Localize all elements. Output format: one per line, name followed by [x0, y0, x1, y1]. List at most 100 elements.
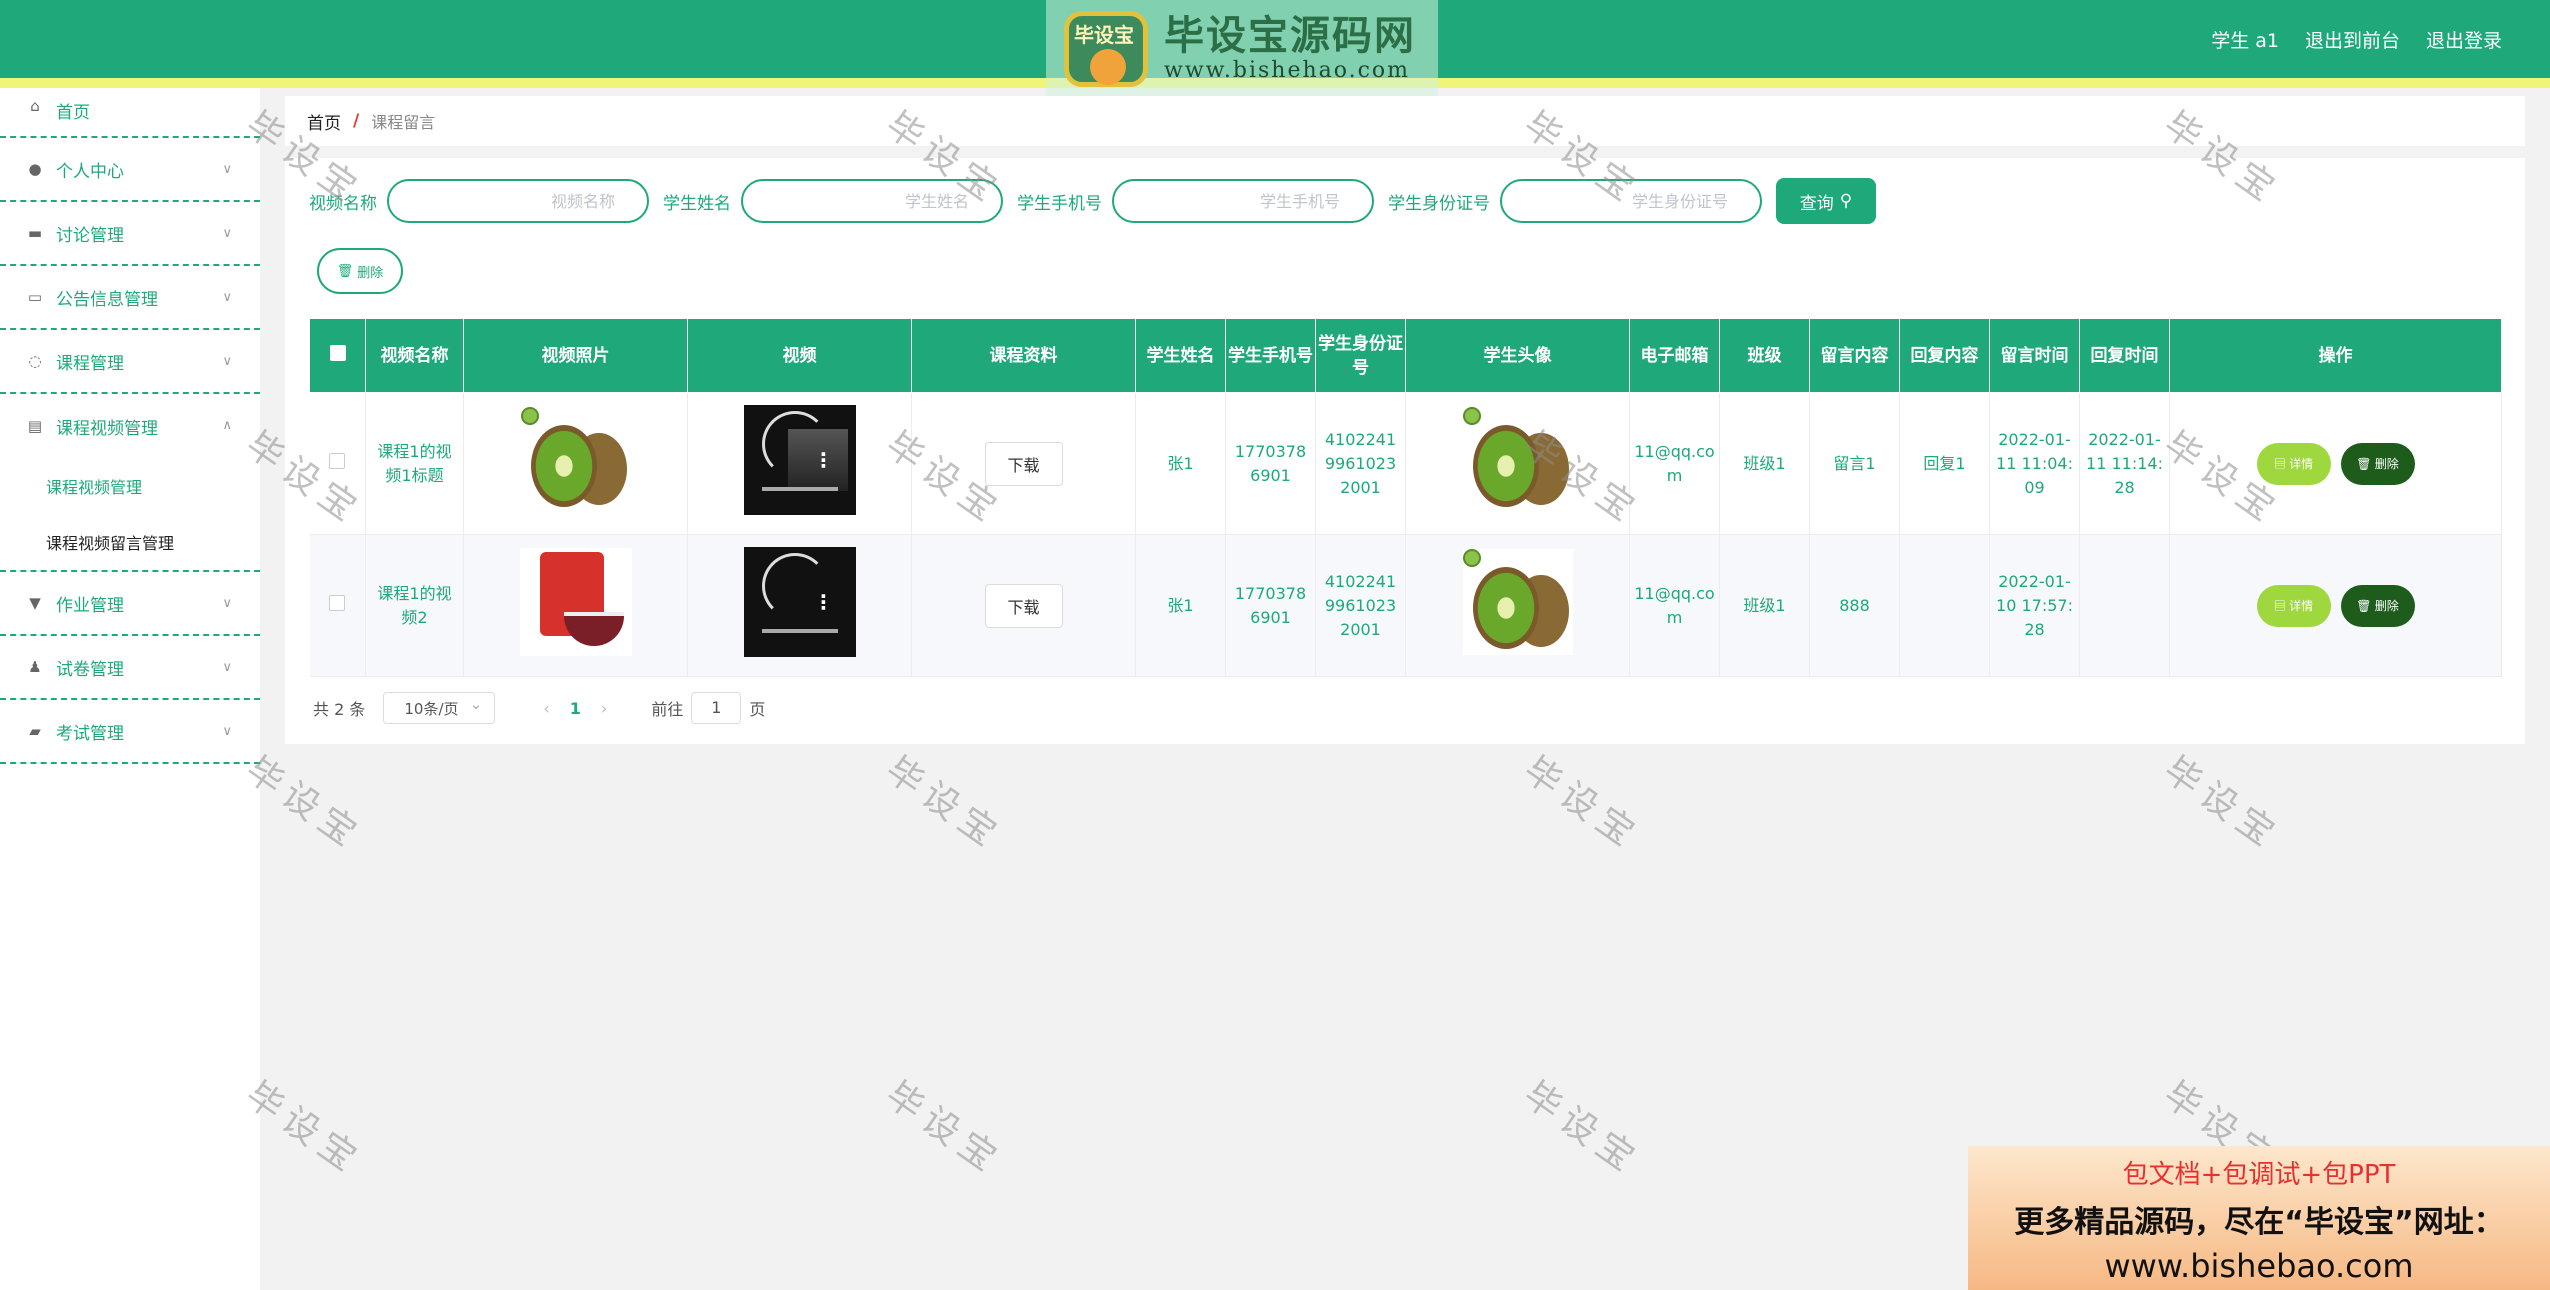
column-header: 课程资料 [911, 318, 1136, 393]
video-cell: ⋮ [687, 392, 912, 535]
sidebar-item-course-video[interactable]: ▤ 课程视频管理 ∧ [0, 394, 260, 458]
detail-button[interactable]: ▤ 详情 [2256, 442, 2331, 485]
email-cell: 11@qq.com [1629, 392, 1720, 535]
chevron-down-icon: ∨ [222, 162, 232, 177]
power-icon: ◌ [28, 352, 42, 370]
next-page-button[interactable]: › [601, 699, 607, 718]
back-to-front-link[interactable]: 退出到前台 [2305, 26, 2400, 53]
logout-link[interactable]: 退出登录 [2426, 26, 2502, 53]
video-player[interactable]: ⋮ [743, 547, 856, 657]
chevron-down-icon: ∨ [222, 660, 232, 675]
download-button[interactable]: 下载 [984, 441, 1063, 486]
query-button-label: 查询 [1799, 193, 1834, 213]
page-number[interactable]: 1 [570, 699, 581, 718]
sidebar-item-label: 讨论管理 [56, 225, 124, 246]
student-phone-label: 学生手机号 [1017, 193, 1102, 214]
sidebar-item-label: 公告信息管理 [56, 289, 158, 310]
column-header: 班级 [1719, 318, 1810, 393]
select-all-checkbox[interactable] [329, 344, 346, 361]
video-player[interactable]: ⋮ [743, 405, 856, 515]
delete-button[interactable]: 🗑 删除 [2340, 442, 2415, 485]
avatar[interactable] [1462, 549, 1573, 655]
promo-banner[interactable]: 包文档+包调试+包PPT 更多精品源码，尽在“毕设宝”网址： www.bishe… [1968, 1146, 2550, 1290]
briefcase-icon: ▬ [27, 224, 43, 242]
detail-button[interactable]: ▤ 详情 [2256, 584, 2331, 627]
watermark: 毕设宝 [1516, 1074, 1648, 1184]
phone-cell: 17703786901 [1225, 534, 1316, 677]
video-name-cell: 课程1的视频1标题 [365, 392, 464, 535]
sidebar-item-course[interactable]: ◌ 课程管理 ∨ [0, 330, 260, 394]
row-checkbox[interactable] [329, 594, 346, 611]
sidebar-item-paper[interactable]: ♟ 试卷管理 ∨ [0, 636, 260, 700]
sidebar-item-homework[interactable]: ▼ 作业管理 ∨ [0, 572, 260, 636]
chevron-down-icon: ∨ [222, 724, 232, 739]
chevron-down-icon: ∨ [222, 354, 232, 369]
logo-url: www.bishehao.com [1164, 57, 1411, 83]
column-header: 操作 [2169, 318, 2502, 393]
pagination: 共 2 条 10条/页 ‹ 1 › 前往 1 页 [313, 692, 765, 724]
actions-cell: ▤ 详情 🗑 删除 [2169, 534, 2502, 677]
student-idcard-label: 学生身份证号 [1388, 193, 1490, 214]
student-phone-input[interactable] [1112, 179, 1374, 223]
video-name-input[interactable] [387, 179, 649, 223]
promo-line-3: www.bishebao.com [2104, 1247, 2414, 1285]
class-cell: 班级1 [1719, 392, 1810, 535]
column-header: 学生手机号 [1225, 318, 1316, 393]
sidebar-subitem-video-comment[interactable]: 课程视频留言管理 [0, 514, 260, 570]
breadcrumb-home[interactable]: 首页 [307, 109, 341, 134]
ticket-icon: ▰ [29, 722, 41, 740]
download-button[interactable]: 下载 [984, 583, 1063, 628]
select-all-header[interactable] [309, 318, 366, 393]
trash-icon: 🗑 [336, 263, 354, 278]
logo-badge-icon: 毕设宝 [1056, 3, 1156, 93]
reply-cell: 回复1 [1899, 392, 1990, 535]
query-button[interactable]: 查询 ⚲ [1776, 178, 1876, 224]
goto-page-input[interactable]: 1 [691, 692, 742, 724]
watermark: 毕设宝 [1516, 749, 1648, 859]
table-row: 课程1的视频2 ⋮ 下载 张1 17703786901 410224199610… [309, 534, 2502, 677]
sidebar-item-label: 课程视频管理 [56, 418, 158, 439]
video-cell: ⋮ [687, 534, 912, 677]
card-icon: ▭ [27, 288, 43, 306]
page-size-select[interactable]: 10条/页 [383, 692, 496, 724]
class-cell: 班级1 [1719, 534, 1810, 677]
person-icon: ♟ [28, 658, 42, 676]
student-idcard-input[interactable] [1500, 179, 1762, 223]
prev-page-button[interactable]: ‹ [543, 699, 549, 718]
clipboard-icon: ▤ [27, 417, 43, 435]
sidebar-item-discussion[interactable]: ▬ 讨论管理 ∨ [0, 202, 260, 266]
sidebar-item-notice[interactable]: ▭ 公告信息管理 ∨ [0, 266, 260, 330]
breadcrumb-separator: / [353, 111, 360, 131]
sidebar-item-label: 课程管理 [56, 353, 124, 374]
promo-line-2: 更多精品源码，尽在“毕设宝”网址： [2014, 1205, 2504, 1240]
column-header: 回复内容 [1899, 318, 1990, 393]
column-header: 视频名称 [365, 318, 464, 393]
current-user: 学生 a1 [2211, 30, 2279, 52]
snack-image[interactable] [519, 548, 632, 656]
avatar[interactable] [1462, 407, 1573, 513]
batch-delete-button[interactable]: 🗑 删除 [317, 248, 403, 294]
student-name-cell: 张1 [1135, 392, 1226, 535]
watermark: 毕设宝 [2156, 749, 2288, 859]
sidebar-item-exam[interactable]: ▰ 考试管理 ∨ [0, 700, 260, 764]
sidebar-item-home[interactable]: ⌂ 首页 [0, 88, 260, 138]
avatar-cell [1405, 534, 1630, 677]
video-photo-cell [463, 392, 688, 535]
sidebar-item-personal[interactable]: ● 个人中心 ∨ [0, 138, 260, 202]
row-checkbox[interactable] [329, 452, 346, 469]
reply-cell [1899, 534, 1990, 677]
logo-title: 毕设宝源码网 [1164, 12, 1416, 59]
sidebar-subitem-video-manage[interactable]: 课程视频管理 [0, 458, 260, 514]
kiwi-image[interactable] [520, 407, 631, 513]
student-name-input[interactable] [741, 179, 1003, 223]
table-row: 课程1的视频1标题 ⋮ 下载 张1 17703786901 4102241996… [309, 392, 2502, 535]
total-count: 共 2 条 [313, 700, 366, 719]
student-name-label: 学生姓名 [663, 193, 731, 214]
detail-label: 详情 [2289, 457, 2314, 471]
header-actions: 学生 a1 退出到前台 退出登录 [2211, 26, 2502, 53]
detail-label: 详情 [2289, 599, 2314, 613]
user-icon: ● [28, 160, 42, 178]
delete-button[interactable]: 🗑 删除 [2340, 584, 2415, 627]
site-logo: 毕设宝 毕设宝源码网 www.bishehao.com [1046, 0, 1438, 96]
search-form: 视频名称 学生姓名 学生手机号 学生身份证号 查询 ⚲ [309, 178, 1876, 224]
